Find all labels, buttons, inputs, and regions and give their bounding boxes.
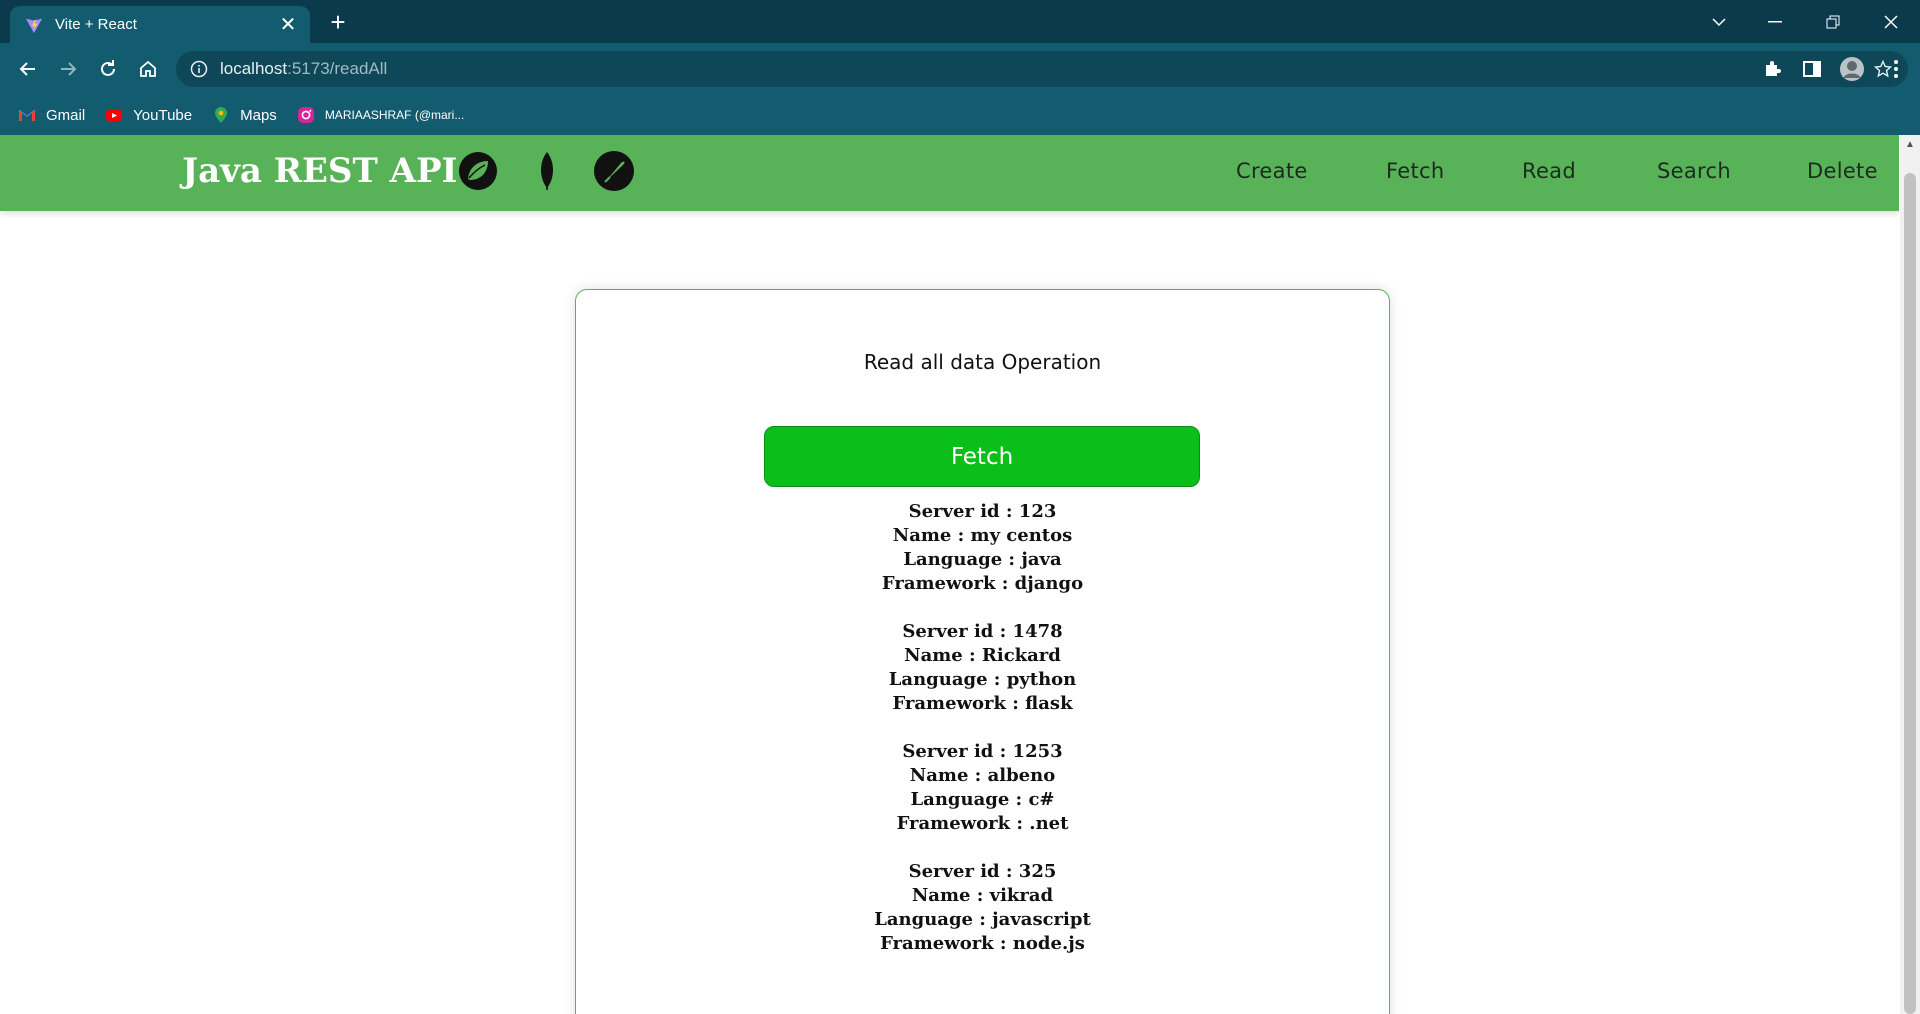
youtube-icon bbox=[106, 110, 123, 121]
tab-title: Vite + React bbox=[55, 16, 137, 33]
read-all-card: Read all data Operation Fetch Server id … bbox=[575, 289, 1390, 1014]
server-name: Name : vikrad bbox=[911, 885, 1054, 906]
server-id: Server id : 1253 bbox=[902, 741, 1063, 762]
page-scrollbar[interactable]: ▲ bbox=[1900, 135, 1920, 1014]
server-id: Server id : 1478 bbox=[902, 621, 1063, 642]
server-name: Name : Rickard bbox=[904, 645, 1061, 666]
gmail-icon bbox=[18, 109, 36, 121]
app-navbar: Java REST API Create Fetch Read Search D… bbox=[0, 135, 1899, 211]
bookmark-maps[interactable]: Maps bbox=[212, 106, 277, 124]
server-framework: Framework : .net bbox=[896, 813, 1069, 834]
server-language: Language : java bbox=[903, 549, 1062, 570]
nav-fetch[interactable]: Fetch bbox=[1386, 159, 1444, 183]
server-id: Server id : 325 bbox=[908, 861, 1057, 882]
server-id: Server id : 123 bbox=[908, 501, 1057, 522]
list-item: Server id : 325 Name : vikrad Language :… bbox=[576, 860, 1389, 956]
chrome-menu-icon[interactable] bbox=[1880, 53, 1912, 85]
list-item: Server id : 1253 Name : albeno Language … bbox=[576, 740, 1389, 836]
extensions-icon[interactable] bbox=[1756, 53, 1788, 85]
side-panel-icon[interactable] bbox=[1796, 53, 1828, 85]
bookmarks-bar: Gmail YouTube Maps MARIAASHRAF (@mari... bbox=[0, 95, 1920, 135]
nav-search[interactable]: Search bbox=[1657, 159, 1731, 183]
server-name: Name : albeno bbox=[909, 765, 1056, 786]
server-framework: Framework : node.js bbox=[880, 933, 1085, 954]
instagram-icon bbox=[297, 107, 314, 123]
brand-title[interactable]: Java REST API bbox=[182, 151, 457, 191]
maps-icon bbox=[215, 107, 228, 123]
nav-delete[interactable]: Delete bbox=[1807, 159, 1878, 183]
nav-create[interactable]: Create bbox=[1236, 159, 1308, 183]
home-icon[interactable] bbox=[132, 53, 164, 85]
spring-icon bbox=[459, 152, 497, 190]
bookmark-youtube[interactable]: YouTube bbox=[105, 106, 192, 124]
records-list: Server id : 123 Name : my centos Languag… bbox=[576, 500, 1389, 980]
new-tab-button[interactable]: + bbox=[324, 8, 352, 36]
server-language: Language : python bbox=[888, 669, 1077, 690]
nav-read[interactable]: Read bbox=[1522, 159, 1576, 183]
tab-search-icon[interactable] bbox=[1692, 0, 1746, 43]
server-framework: Framework : django bbox=[881, 573, 1084, 594]
bookmark-gmail[interactable]: Gmail bbox=[18, 106, 85, 124]
card-title: Read all data Operation bbox=[863, 350, 1102, 374]
bookmark-instagram[interactable]: MARIAASHRAF (@mari... bbox=[297, 106, 464, 124]
reload-icon[interactable] bbox=[92, 53, 124, 85]
server-language: Language : javascript bbox=[874, 909, 1091, 930]
feather-pen-icon bbox=[594, 151, 634, 191]
mongodb-leaf-icon bbox=[541, 152, 553, 190]
close-tab-icon[interactable]: ✕ bbox=[276, 13, 300, 37]
forward-icon[interactable] bbox=[52, 53, 84, 85]
list-item: Server id : 1478 Name : Rickard Language… bbox=[576, 620, 1389, 716]
restore-icon[interactable] bbox=[1806, 0, 1860, 43]
vite-icon bbox=[25, 18, 43, 33]
scroll-up-icon[interactable]: ▲ bbox=[1900, 135, 1920, 155]
address-bar[interactable]: localhost:5173/readAll bbox=[176, 51, 1908, 87]
server-framework: Framework : flask bbox=[892, 693, 1073, 714]
minimize-icon[interactable] bbox=[1748, 0, 1802, 43]
scrollbar-thumb[interactable] bbox=[1904, 173, 1916, 1014]
list-item: Server id : 123 Name : my centos Languag… bbox=[576, 500, 1389, 596]
back-icon[interactable] bbox=[12, 53, 44, 85]
server-language: Language : c# bbox=[910, 789, 1055, 810]
browser-tabstrip: Vite + React ✕ + bbox=[0, 0, 1920, 43]
server-name: Name : my centos bbox=[892, 525, 1073, 546]
browser-toolbar: localhost:5173/readAll bbox=[0, 43, 1920, 95]
page-viewport: Java REST API Create Fetch Read Search D… bbox=[0, 135, 1899, 1014]
profile-avatar[interactable] bbox=[1836, 53, 1868, 85]
close-window-icon[interactable] bbox=[1864, 0, 1918, 43]
browser-tab[interactable]: Vite + React ✕ bbox=[10, 6, 310, 43]
site-info-icon[interactable] bbox=[190, 60, 208, 78]
url-text[interactable]: localhost:5173/readAll bbox=[220, 59, 1832, 79]
fetch-button[interactable]: Fetch bbox=[764, 426, 1200, 487]
